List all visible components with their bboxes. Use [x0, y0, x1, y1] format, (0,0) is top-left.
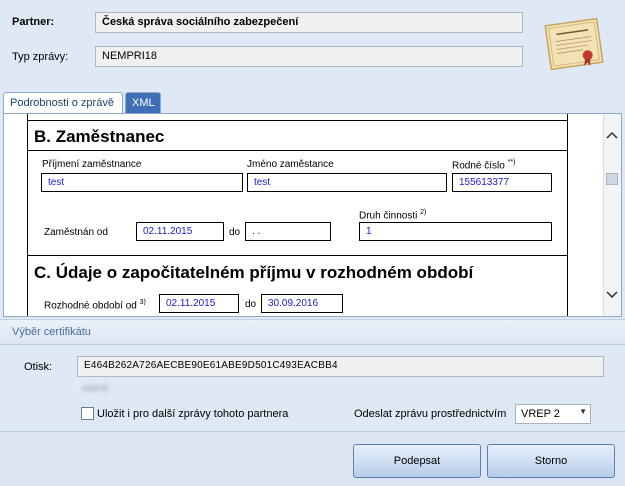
certificate-name-blurred: ucet-ic	[82, 383, 109, 393]
tab-xml[interactable]: XML	[125, 92, 161, 113]
sign-button[interactable]: Podepsat	[353, 444, 481, 478]
chevron-up-icon[interactable]	[604, 128, 620, 144]
certificate-document-icon	[542, 12, 606, 76]
activity-label: Druh činnosti 2)	[359, 209, 427, 222]
doc-left-border	[27, 114, 28, 316]
birthno-field[interactable]: 155613377	[452, 173, 552, 192]
section-b-title: B. Zaměstnanec	[34, 127, 165, 146]
activity-field[interactable]: 1	[359, 222, 552, 241]
period-footnote: 3)	[139, 299, 146, 306]
partner-label: Partner:	[12, 16, 55, 28]
activity-footnote: 2)	[420, 209, 427, 216]
send-via-select[interactable]: VREP 2 ▼	[515, 404, 591, 424]
period-from-field[interactable]: 02.11.2015	[159, 294, 239, 313]
period-to-label: do	[245, 299, 257, 310]
send-via-label: Odeslat zprávu prostřednictvím	[354, 408, 507, 420]
doc-right-border	[567, 114, 568, 316]
save-for-partner-label: Uložit i pro další zprávy tohoto partner…	[97, 408, 289, 420]
type-field: NEMPRI18	[95, 46, 523, 67]
message-detail-panel: B. Zaměstnanec Příjmení zaměstnance test…	[3, 113, 622, 317]
firstname-field[interactable]: test	[247, 173, 447, 192]
dropdown-arrow-icon: ▼	[579, 407, 587, 416]
period-to-field[interactable]: 30.09.2016	[261, 294, 343, 313]
surname-label: Příjmení zaměstnance	[42, 159, 142, 170]
partner-field: Česká správa sociálního zabezpečení	[95, 12, 523, 33]
doc-top-rule	[27, 120, 567, 121]
type-label: Typ zprávy:	[12, 51, 69, 63]
otisk-label: Otisk:	[24, 361, 53, 373]
employed-to-field[interactable]: . .	[245, 222, 331, 241]
firstname-label: Jméno zaměstance	[247, 159, 334, 170]
section-b-rule	[27, 150, 567, 151]
save-for-partner-checkbox[interactable]	[81, 407, 94, 420]
section-c-top-rule	[27, 255, 567, 256]
certificate-section-header: Výběr certifikátu	[0, 319, 625, 345]
birthno-footnote: **)	[507, 159, 516, 166]
employed-from-field[interactable]: 02.11.2015	[136, 222, 224, 241]
cancel-button[interactable]: Storno	[487, 444, 615, 478]
employed-to-label: do	[229, 227, 241, 238]
birthno-label: Rodné číslo **)	[452, 159, 516, 172]
scrollbar-thumb[interactable]	[606, 173, 618, 185]
send-via-value: VREP 2	[521, 408, 560, 420]
employed-from-label: Zaměstnán od	[44, 227, 108, 238]
tab-details[interactable]: Podrobnosti o zprávě	[3, 92, 123, 114]
chevron-down-icon[interactable]	[604, 286, 620, 302]
otisk-field: E464B262A726AECBE90E61ABE9D501C493EACBB4	[77, 356, 604, 377]
surname-field[interactable]: test	[41, 173, 243, 192]
period-label: Rozhodné období od 3)	[44, 299, 146, 312]
section-c-title: C. Údaje o započitatelném příjmu v rozho…	[34, 263, 474, 282]
